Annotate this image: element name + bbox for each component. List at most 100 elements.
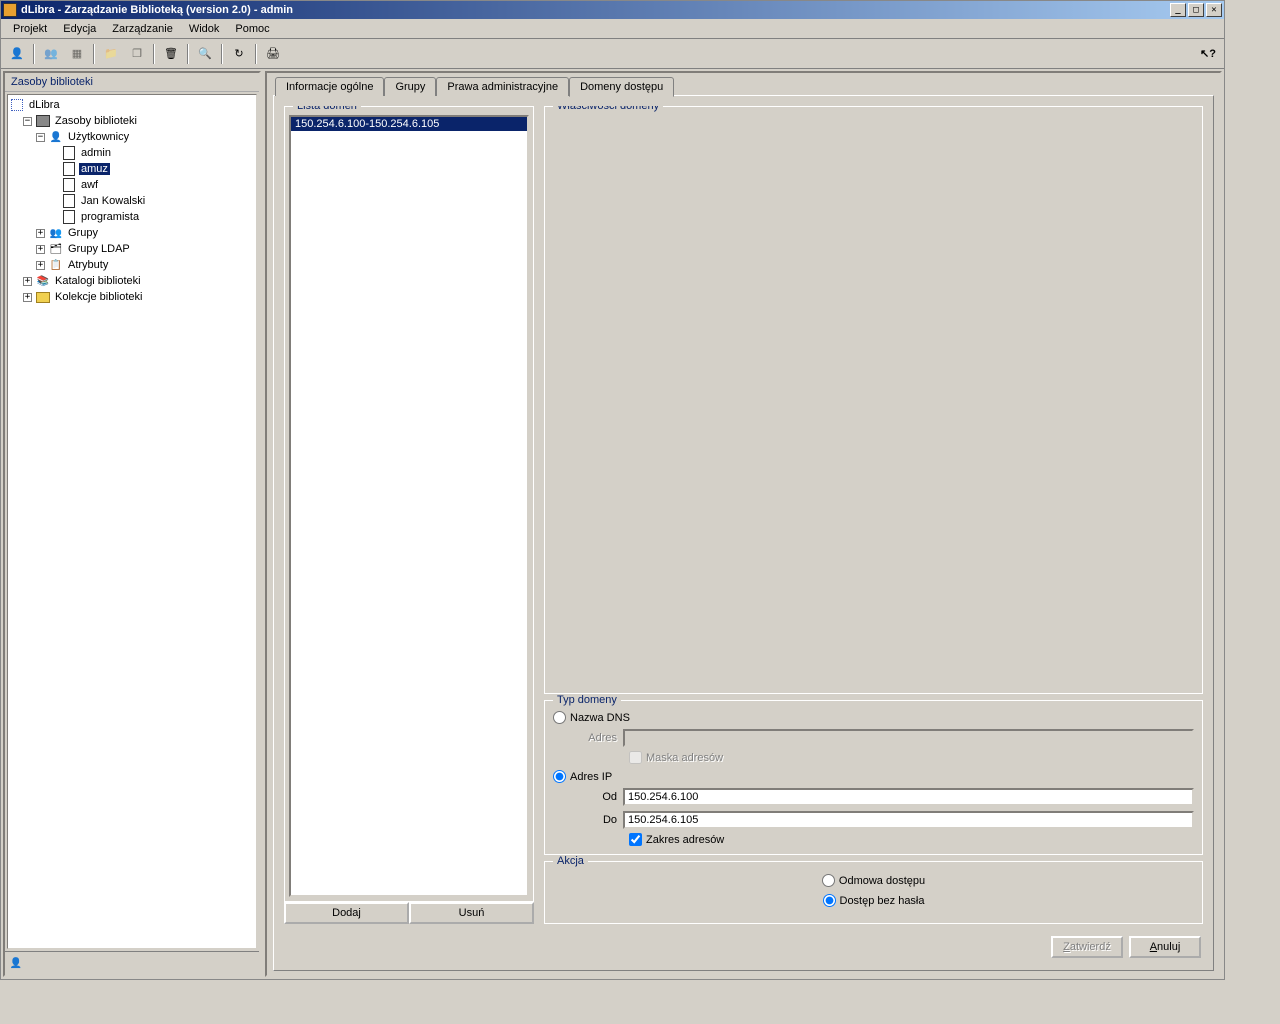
document-icon (63, 194, 75, 208)
ip-radio[interactable] (553, 770, 566, 783)
close-button[interactable]: ✕ (1206, 3, 1222, 17)
confirm-button: Zatwierdź (1051, 936, 1123, 958)
minimize-button[interactable]: _ (1170, 3, 1186, 17)
tabs: Informacje ogólne Grupy Prawa administra… (273, 77, 1214, 96)
print-icon[interactable]: 🖨 (261, 43, 285, 65)
expand-icon[interactable]: + (36, 261, 45, 270)
dlibra-icon (11, 99, 23, 111)
help-icon[interactable]: ↖? (1196, 43, 1220, 65)
tree-container[interactable]: dLibra − Zasoby biblioteki − 👤 Użytkowni… (7, 94, 257, 949)
collapse-icon[interactable]: − (23, 117, 32, 126)
attributes-icon: 📋 (49, 258, 63, 272)
props-legend: Właściwości domeny (553, 106, 663, 112)
menu-zarzadzanie[interactable]: Zarządzanie (104, 21, 181, 37)
group-icon: 👥 (39, 43, 63, 65)
tree-zasoby[interactable]: − Zasoby biblioteki (10, 113, 254, 129)
search-icon[interactable]: 🔍 (193, 43, 217, 65)
maximize-button[interactable]: □ (1188, 3, 1204, 17)
dialog-buttons: Zatwierdź Anuluj (284, 930, 1203, 960)
deny-label: Odmowa dostępu (839, 875, 925, 887)
menu-pomoc[interactable]: Pomoc (227, 21, 277, 37)
expand-icon[interactable]: + (36, 245, 45, 254)
menu-projekt[interactable]: Projekt (5, 21, 55, 37)
document-icon (63, 210, 75, 224)
tab-admin[interactable]: Prawa administracyjne (436, 77, 569, 96)
tree-user-amuz[interactable]: amuz (10, 161, 254, 177)
ldap-icon: 🗂 (49, 242, 63, 256)
collapse-icon[interactable]: − (36, 133, 45, 142)
action-legend: Akcja (553, 855, 588, 867)
remove-button[interactable]: Usuń (409, 902, 534, 924)
list-item[interactable]: 150.254.6.100-150.254.6.105 (291, 117, 527, 131)
od-input[interactable] (623, 788, 1194, 806)
type-domain-fieldset: Typ domeny Nazwa DNS Adres (544, 700, 1203, 855)
range-label: Zakres adresów (646, 834, 724, 846)
list-icon: ▦ (65, 43, 89, 65)
dns-radio[interactable] (553, 711, 566, 724)
tree-root[interactable]: dLibra (10, 97, 254, 113)
add-user-icon[interactable]: 👤 (5, 43, 29, 65)
nopass-label: Dostęp bez hasła (840, 895, 925, 907)
tree-katalogi[interactable]: + 📚 Katalogi biblioteki (10, 273, 254, 289)
delete-icon[interactable]: 🗑 (159, 43, 183, 65)
toolbar: 👤 👥 ▦ 📁 ❐ 🗑 🔍 ↻ 🖨 ↖? (1, 39, 1224, 69)
window-title: dLibra - Zarządzanie Biblioteką (version… (21, 4, 293, 16)
document-icon (63, 178, 75, 192)
do-input[interactable] (623, 811, 1194, 829)
user-group-icon: 👤 (49, 130, 63, 144)
tree-user-admin[interactable]: admin (10, 145, 254, 161)
expand-icon[interactable]: + (23, 277, 32, 286)
cancel-button[interactable]: Anuluj (1129, 936, 1201, 958)
menu-edycja[interactable]: Edycja (55, 21, 104, 37)
tree-users[interactable]: − 👤 Użytkownicy (10, 129, 254, 145)
od-label: Od (553, 791, 623, 803)
app-icon (3, 3, 17, 17)
domain-listbox[interactable]: 150.254.6.100-150.254.6.105 (289, 115, 529, 897)
expand-icon[interactable]: + (23, 293, 32, 302)
dns-label: Nazwa DNS (570, 712, 630, 724)
tree-user-jan[interactable]: Jan Kowalski (10, 193, 254, 209)
titlebar: dLibra - Zarządzanie Biblioteką (version… (1, 1, 1224, 19)
tab-domains[interactable]: Domeny dostępu (569, 77, 674, 97)
mask-checkbox (629, 751, 642, 764)
server-icon (36, 115, 50, 127)
ip-label: Adres IP (570, 771, 612, 783)
document-icon (63, 146, 75, 160)
folder-icon: 📁 (99, 43, 123, 65)
status-bar: 👤 (5, 951, 259, 975)
left-panel: Zasoby biblioteki dLibra − Zasoby biblio… (3, 71, 261, 977)
tree-grupy[interactable]: + 👥 Grupy (10, 225, 254, 241)
properties-panel: Właściwości domeny Typ domeny Nazwa DNS … (544, 106, 1203, 924)
tree-user-programista[interactable]: programista (10, 209, 254, 225)
catalog-icon: 📚 (36, 274, 50, 288)
document-icon (63, 162, 75, 176)
deny-radio[interactable] (822, 874, 835, 887)
expand-icon[interactable]: + (36, 229, 45, 238)
tab-groups[interactable]: Grupy (384, 77, 436, 96)
tree-kolekcje[interactable]: + Kolekcje biblioteki (10, 289, 254, 305)
mask-label: Maska adresów (646, 752, 723, 764)
tab-general[interactable]: Informacje ogólne (275, 77, 384, 96)
group-icon: 👥 (49, 226, 63, 240)
adres-label: Adres (553, 732, 623, 744)
tree-atrybuty[interactable]: + 📋 Atrybuty (10, 257, 254, 273)
action-fieldset: Akcja Odmowa dostępu Dostęp bez hasła (544, 861, 1203, 924)
main-area: Zasoby biblioteki dLibra − Zasoby biblio… (1, 69, 1224, 979)
tree-grupy-ldap[interactable]: + 🗂 Grupy LDAP (10, 241, 254, 257)
menubar: Projekt Edycja Zarządzanie Widok Pomoc (1, 19, 1224, 39)
copy-icon: ❐ (125, 43, 149, 65)
range-checkbox[interactable] (629, 833, 642, 846)
nopass-radio[interactable] (823, 894, 836, 907)
left-panel-header: Zasoby biblioteki (5, 73, 259, 92)
add-button[interactable]: Dodaj (284, 902, 409, 924)
user-icon: 👤 (9, 957, 23, 971)
domain-list-panel: Lista domen 150.254.6.100-150.254.6.105 … (284, 106, 534, 924)
adres-input (623, 729, 1194, 747)
tree-user-awf[interactable]: awf (10, 177, 254, 193)
refresh-icon[interactable]: ↻ (227, 43, 251, 65)
menu-widok[interactable]: Widok (181, 21, 228, 37)
do-label: Do (553, 814, 623, 826)
tab-content: Lista domen 150.254.6.100-150.254.6.105 … (273, 95, 1214, 971)
app-window: dLibra - Zarządzanie Biblioteką (version… (0, 0, 1225, 980)
right-panel: Informacje ogólne Grupy Prawa administra… (265, 71, 1222, 977)
